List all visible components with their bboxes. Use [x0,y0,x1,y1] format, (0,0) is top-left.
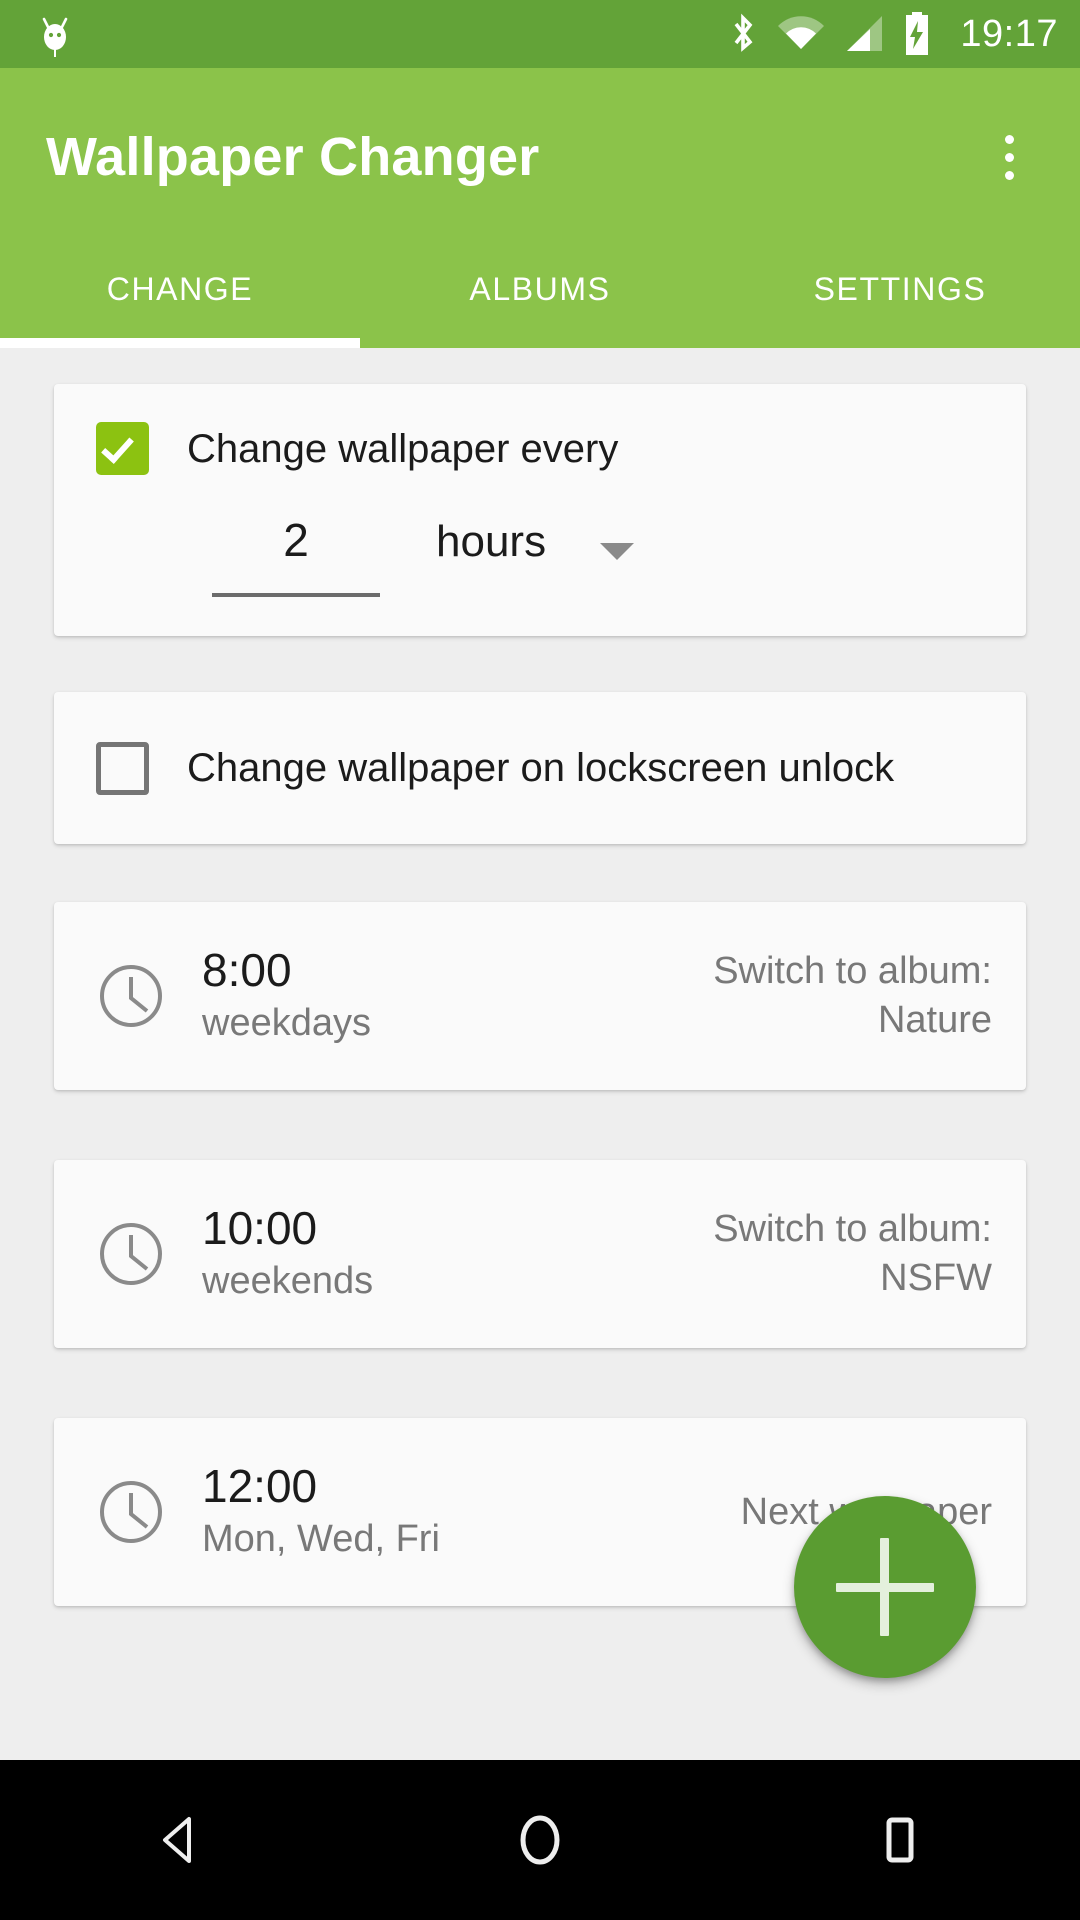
app-bar-top-row: Wallpaper Changer [0,68,1080,246]
lockscreen-checkbox-row[interactable]: Change wallpaper on lockscreen unlock [54,692,1026,844]
home-icon [520,1815,560,1865]
page-title: Wallpaper Changer [46,127,540,187]
schedule-days: Mon, Wed, Fri [202,1518,440,1561]
status-bar: 19:17 [0,0,1080,68]
plus-icon [880,1538,889,1636]
change-interval-card[interactable]: Change wallpaper every 2 hours [54,384,1026,636]
schedule-action: Switch to album: Nature [713,950,992,1041]
interval-value-input[interactable]: 2 [212,517,380,597]
nav-recents-button[interactable] [720,1760,1080,1920]
status-bar-clock: 19:17 [960,13,1058,55]
overflow-dot-icon [1004,134,1014,144]
schedule-time: 10:00 [202,1201,318,1254]
tab-indicator [0,338,360,348]
app-screen: 19:17 Wallpaper Changer CHANGE ALBUMS SE… [0,0,1080,1920]
schedule-days: weekends [202,1260,374,1303]
clock-icon [100,1481,162,1543]
overflow-menu-button[interactable] [966,114,1052,200]
clock-icon [100,965,162,1027]
change-interval-checkbox[interactable] [96,422,149,475]
recents-icon [886,1817,914,1863]
change-tab-content: Change wallpaper every 2 hours Change wa… [0,348,1080,1760]
schedule-time: 8:00 [202,943,292,996]
tab-settings[interactable]: SETTINGS [720,238,1080,340]
schedule-time: 12:00 [202,1459,318,1512]
schedule-days: weekdays [202,1002,371,1045]
back-icon [163,1817,191,1863]
status-bar-right: 19:17 [726,11,1058,57]
add-schedule-fab[interactable] [794,1496,976,1678]
lockscreen-change-card[interactable]: Change wallpaper on lockscreen unlock [54,692,1026,844]
schedule-action: Switch to album: NSFW [713,1208,992,1299]
tab-bar: CHANGE ALBUMS SETTINGS [0,246,1080,348]
change-interval-checkbox-row[interactable]: Change wallpaper every [54,384,1026,475]
android-head-icon [42,17,68,57]
nav-home-button[interactable] [360,1760,720,1920]
change-interval-label: Change wallpaper every [187,426,619,471]
tab-albums[interactable]: ALBUMS [360,238,720,340]
overflow-dot-icon [1004,170,1014,180]
interval-unit-value[interactable]: hours [436,520,546,564]
battery-charging-icon [906,12,929,55]
overflow-dot-icon [1004,152,1014,162]
status-bar-left [34,11,76,57]
bluetooth-icon [734,13,753,52]
schedule-time-block: 12:00 Mon, Wed, Fri [202,1459,440,1563]
system-navigation-bar [0,1760,1080,1920]
interval-value-text: 2 [283,514,309,566]
schedule-card[interactable]: 8:00 weekdays Switch to album: Nature [54,902,1026,1090]
chevron-down-icon[interactable] [600,542,635,560]
checkmark-icon [101,430,134,464]
tab-change[interactable]: CHANGE [0,238,360,340]
schedule-time-block: 10:00 weekends [202,1201,374,1305]
schedule-card[interactable]: 10:00 weekends Switch to album: NSFW [54,1160,1026,1348]
clock-icon [100,1223,162,1285]
wifi-icon [778,16,825,49]
lockscreen-change-checkbox[interactable] [96,741,149,795]
cell-signal-icon [847,16,883,51]
nav-back-button[interactable] [0,1760,360,1920]
lockscreen-change-label: Change wallpaper on lockscreen unlock [187,746,895,790]
schedule-time-block: 8:00 weekdays [202,943,371,1047]
change-interval-controls: 2 hours [54,517,1026,597]
app-bar: Wallpaper Changer CHANGE ALBUMS SETTINGS [0,68,1080,348]
